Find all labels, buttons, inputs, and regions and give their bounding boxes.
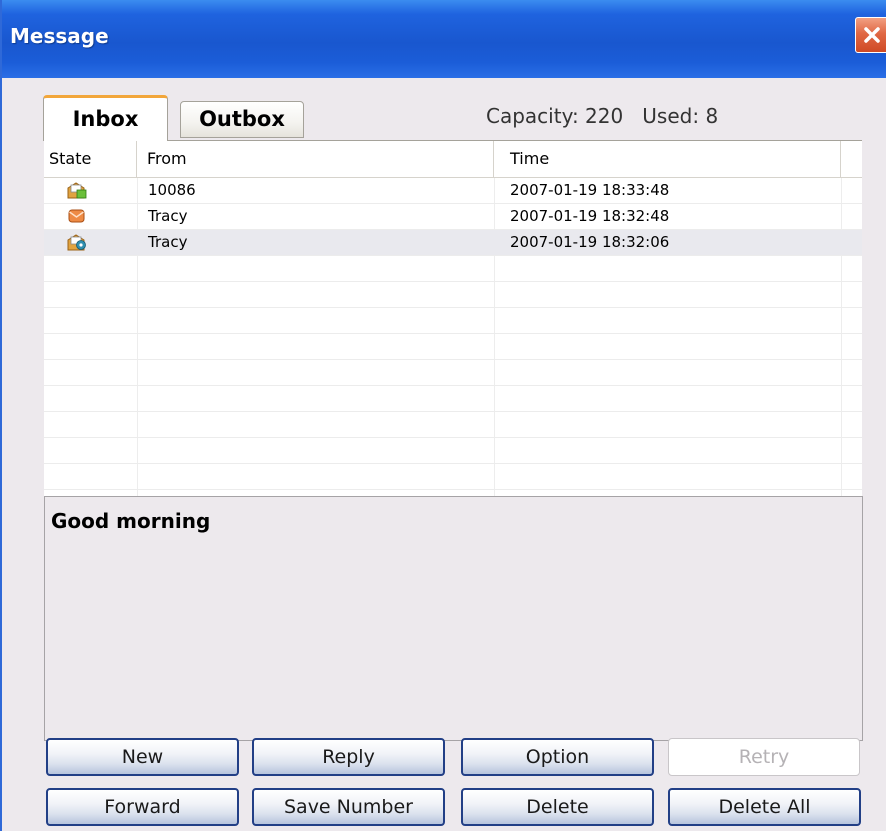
empty-row (44, 256, 862, 282)
close-button[interactable] (855, 17, 886, 53)
message-window: Message Inbox Outbox Capacity: 220 Used:… (0, 0, 886, 831)
time-cell: 2007-01-19 18:32:48 (510, 207, 670, 225)
reply-button[interactable]: Reply (252, 738, 445, 776)
read-locked-message-icon (67, 234, 86, 251)
empty-row (44, 412, 862, 438)
message-body: Good morning (51, 509, 211, 533)
from-cell: 10086 (148, 181, 196, 199)
empty-row (44, 308, 862, 334)
option-button[interactable]: Option (461, 738, 654, 776)
capacity-status: Capacity: 220 Used: 8 (486, 104, 718, 128)
column-header-from[interactable]: From (137, 141, 494, 177)
forward-button[interactable]: Forward (46, 788, 239, 826)
tab-inbox[interactable]: Inbox (43, 95, 168, 141)
close-icon (864, 27, 880, 43)
save-number-button[interactable]: Save Number (252, 788, 445, 826)
table-row[interactable]: Tracy 2007-01-19 18:32:06 (44, 230, 862, 256)
from-cell: Tracy (148, 233, 188, 251)
unread-message-icon (68, 209, 85, 223)
window-title: Message (10, 24, 109, 48)
capacity-label: Capacity: 220 (486, 104, 624, 128)
empty-row (44, 386, 862, 412)
list-header: State From Time (44, 141, 862, 178)
tab-outbox[interactable]: Outbox (180, 101, 304, 138)
empty-row (44, 282, 862, 308)
empty-row (44, 360, 862, 386)
column-header-time[interactable]: Time (494, 141, 841, 177)
empty-row (44, 464, 862, 490)
retry-button[interactable]: Retry (668, 738, 860, 776)
new-button[interactable]: New (46, 738, 239, 776)
time-cell: 2007-01-19 18:32:06 (510, 233, 670, 251)
message-preview[interactable]: Good morning (44, 496, 863, 741)
table-row[interactable]: Tracy 2007-01-19 18:32:48 (44, 204, 862, 230)
title-bar[interactable]: Message (2, 0, 886, 78)
empty-row (44, 334, 862, 360)
time-cell: 2007-01-19 18:33:48 (510, 181, 670, 199)
empty-row (44, 438, 862, 464)
column-header-state[interactable]: State (44, 141, 137, 177)
delete-button[interactable]: Delete (461, 788, 654, 826)
client-area: Inbox Outbox Capacity: 220 Used: 8 State… (2, 78, 886, 831)
table-row[interactable]: 10086 2007-01-19 18:33:48 (44, 178, 862, 204)
delete-all-button[interactable]: Delete All (668, 788, 861, 826)
read-message-icon (67, 182, 87, 199)
from-cell: Tracy (148, 207, 188, 225)
used-label: Used: 8 (642, 104, 719, 128)
